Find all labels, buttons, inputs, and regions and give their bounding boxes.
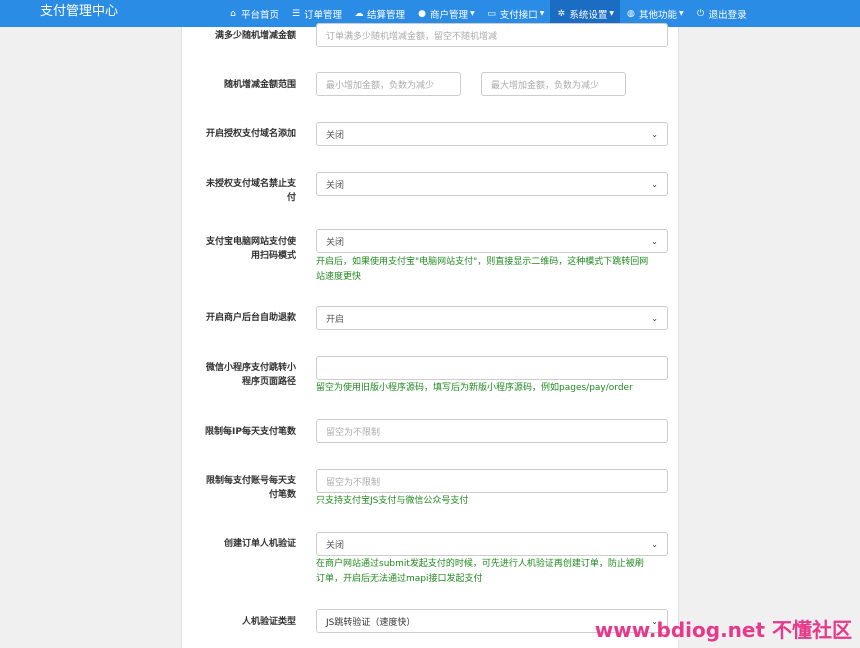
random-range-min-input[interactable]: 最小增加金额，负数为减少 [316,72,461,96]
nav-label: 退出登录 [708,9,747,21]
nav-label: 其他功能 [638,9,677,21]
chevron-down-icon: ⌄ [651,539,658,549]
globe-icon: ◍ [627,8,635,19]
account-daily-limit-label: 限制每支付账号每天支 付笔数 [205,476,296,500]
chevron-down-icon: ⌄ [651,179,658,189]
auth-domain-add-select[interactable]: 关闭 ⌄ [316,122,668,146]
random-threshold-label: 满多少随机增减金额 [214,31,296,41]
cloud-icon: ☁ [354,8,364,19]
nav-label: 商户管理 [430,9,469,21]
alipay-pc-qrcode-select[interactable]: 关闭 ⌄ [316,229,668,253]
chevron-down-icon: ⌄ [651,129,658,139]
chevron-down-icon: ⌄ [651,236,658,246]
caret-down-icon: ▼ [539,10,545,17]
wx-miniprogram-path-label: 微信小程序支付跳转小 程序页面路径 [205,363,296,387]
alipay-pc-qrcode-label: 支付宝电脑网站支付使 用扫码模式 [205,237,296,261]
caret-down-icon: ▼ [470,10,475,17]
wx-miniprogram-path-input[interactable] [316,356,668,380]
ip-daily-limit-input[interactable]: 留空为不限制 [316,419,668,443]
wx-miniprogram-path-help: 留空为使用旧版小程序源码，填写后为新版小程序源码，例如pages/pay/ord… [316,383,633,393]
brand-title[interactable]: 支付管理中心 [0,0,222,27]
auth-domain-add-label: 开启授权支付域名添加 [205,129,296,139]
nav-label: 支付接口 [499,9,538,21]
nav-label: 平台首页 [241,9,280,21]
nav-label: 系统设置 [569,9,608,21]
caret-down-icon: ▼ [678,10,684,17]
account-daily-limit-help: 只支持支付宝JS支付与微信公众号支付 [316,496,469,506]
power-icon: ⏻ [697,8,705,19]
nav-label: 订单管理 [304,9,343,21]
home-icon: ⌂ [230,8,236,19]
alipay-pc-qrcode-help: 开启后，如果使用支付宝"电脑网站支付"，则直接显示二维码，这种模式下跳转回网 站… [316,257,649,282]
account-daily-limit-input[interactable]: 留空为不限制 [316,469,668,493]
captcha-type-label: 人机验证类型 [241,617,296,627]
nav-label: 结算管理 [367,9,406,21]
settings-panel: 满多少随机增减金额 订单满多少随机增减金额，留空不随机增减 随机增减金额范围 最… [181,23,679,648]
chevron-down-icon: ⌄ [651,313,658,323]
order-captcha-help: 在商户网站通过submit发起支付的时候，可先进行人机验证再创建订单，防止被刷 … [316,559,644,584]
nav-item-logout[interactable]: ⏻ 退出登录 [690,0,753,27]
card-icon: ▭ [487,8,496,19]
random-range-label: 随机增减金额范围 [223,80,296,90]
order-captcha-label: 创建订单人机验证 [223,539,296,549]
gear-icon: ✲ [557,8,566,19]
list-icon: ☰ [291,8,301,19]
random-range-max-input[interactable]: 最大增加金额，负数为减少 [481,72,626,96]
nav-item-home[interactable]: ⌂ 平台首页 [222,0,285,27]
merchant-refund-select[interactable]: 开启 ⌄ [316,306,668,330]
unauth-domain-block-select[interactable]: 关闭 ⌄ [316,172,668,196]
random-threshold-input[interactable]: 订单满多少随机增减金额，留空不随机增减 [316,23,668,47]
caret-down-icon: ▼ [609,10,614,17]
order-captcha-select[interactable]: 关闭 ⌄ [316,532,668,556]
user-icon: ● [418,8,426,19]
unauth-domain-block-label: 未授权支付域名禁止支 付 [205,179,296,203]
watermark: www.bdiog.net 不懂社区 [594,618,852,642]
ip-daily-limit-label: 限制每IP每天支付笔数 [205,427,296,437]
merchant-refund-label: 开启商户后台自助退款 [205,313,296,323]
